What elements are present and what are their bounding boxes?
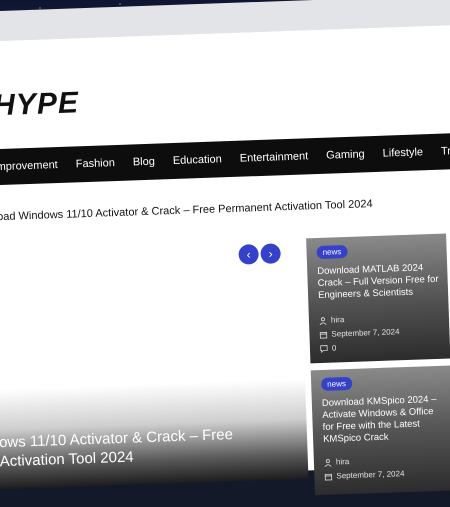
nav-item-self-improvement[interactable]: e Improvement bbox=[0, 159, 67, 174]
date-text: September 7, 2024 bbox=[336, 469, 404, 480]
user-icon bbox=[319, 316, 327, 324]
author-name[interactable]: hira bbox=[336, 457, 350, 466]
site-logo[interactable]: HYPE bbox=[0, 86, 80, 123]
slider-next-button[interactable]: › bbox=[260, 243, 281, 264]
user-icon bbox=[324, 458, 332, 466]
hero-slide[interactable]: ows 11/10 Activator & Crack – Free Activ… bbox=[0, 279, 308, 490]
nav-item-blog[interactable]: Blog bbox=[124, 155, 164, 168]
category-badge[interactable]: news bbox=[316, 245, 347, 259]
nav-item-lifestyle[interactable]: Lifestyle bbox=[373, 146, 432, 160]
main-nav: e Improvement Fashion Blog Education Ent… bbox=[0, 132, 450, 186]
post-card[interactable]: news Download KMSpico 2024 – Activate Wi… bbox=[311, 365, 450, 495]
comment-icon bbox=[320, 344, 328, 352]
hero-title[interactable]: ows 11/10 Activator & Crack – Free Activ… bbox=[0, 423, 300, 471]
category-badge[interactable]: news bbox=[321, 377, 352, 391]
browser-window: HYPE e Improvement Fashion Blog Educatio… bbox=[0, 0, 450, 482]
calendar-icon bbox=[319, 330, 327, 338]
nav-item-fashion[interactable]: Fashion bbox=[67, 157, 125, 171]
comment-count[interactable]: 0 bbox=[332, 343, 337, 352]
post-date: September 7, 2024 bbox=[324, 469, 404, 481]
web-page: HYPE e Improvement Fashion Blog Educatio… bbox=[0, 24, 450, 482]
nav-item-education[interactable]: Education bbox=[164, 153, 231, 167]
post-card[interactable]: news Download MATLAB 2024 Crack – Full V… bbox=[306, 234, 450, 364]
slider-controls: ‹ › bbox=[238, 243, 281, 264]
post-author: hira bbox=[319, 315, 345, 325]
calendar-icon bbox=[324, 472, 332, 480]
nav-item-travel[interactable]: Travel bbox=[432, 144, 450, 158]
slider-prev-button[interactable]: ‹ bbox=[238, 244, 259, 265]
post-date: September 7, 2024 bbox=[319, 327, 399, 339]
nav-item-gaming[interactable]: Gaming bbox=[317, 148, 374, 162]
post-comments: 0 bbox=[320, 343, 337, 353]
nav-item-entertainment[interactable]: Entertainment bbox=[231, 150, 318, 165]
post-title[interactable]: Download KMSpico 2024 – Activate Windows… bbox=[322, 394, 446, 446]
author-name[interactable]: hira bbox=[331, 315, 345, 324]
post-author: hira bbox=[324, 457, 350, 467]
news-ticker[interactable]: oad Windows 11/10 Activator & Crack – Fr… bbox=[0, 198, 373, 223]
post-title[interactable]: Download MATLAB 2024 Crack – Full Versio… bbox=[317, 262, 440, 302]
date-text: September 7, 2024 bbox=[331, 327, 399, 338]
